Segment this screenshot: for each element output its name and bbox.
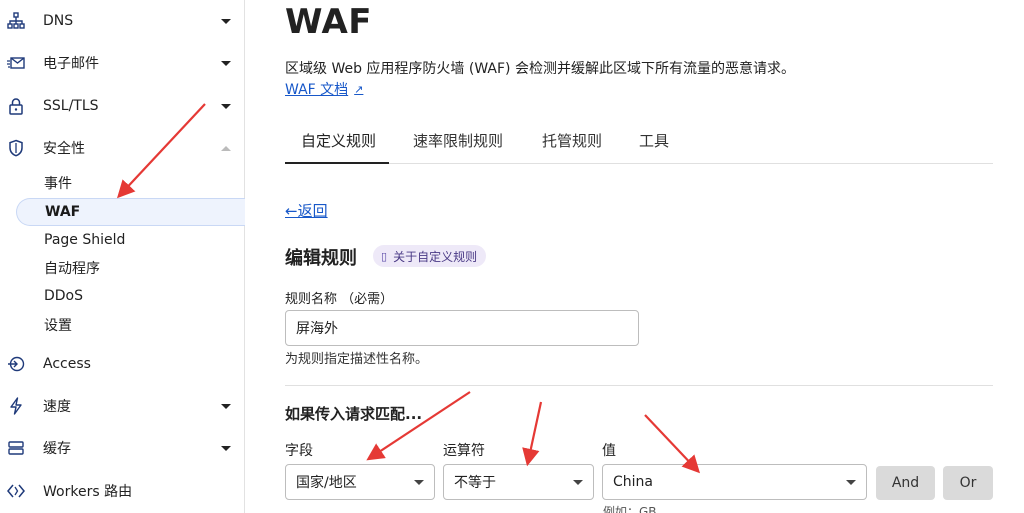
and-button[interactable]: And: [876, 466, 935, 500]
sidebar-item-label: 电子邮件: [43, 56, 99, 72]
sidebar-item-ssl[interactable]: SSL/TLS: [0, 93, 245, 119]
sidebar-item-workers[interactable]: Workers 路由: [0, 478, 245, 504]
caret-down-icon: [414, 480, 424, 485]
active-tab-indicator: [285, 162, 389, 164]
field-select[interactable]: 国家/地区: [285, 464, 435, 500]
sidebar-subitem-events[interactable]: 事件: [16, 169, 245, 197]
lock-icon: [6, 96, 26, 116]
email-icon: [6, 53, 26, 73]
rule-name-help: 为规则指定描述性名称。: [285, 352, 429, 367]
chevron-down-icon: [221, 445, 231, 451]
book-icon: ▯: [381, 249, 388, 263]
chevron-down-icon: [221, 18, 231, 24]
tab-custom-rules[interactable]: 自定义规则: [301, 130, 376, 151]
rule-tabs: 自定义规则 速率限制规则 托管规则 工具: [285, 118, 993, 164]
caret-down-icon: [573, 480, 583, 485]
external-link-icon: ↗: [354, 82, 364, 96]
sidebar-item-dns[interactable]: DNS: [0, 8, 245, 34]
shield-icon: [6, 138, 26, 158]
sidebar-item-label: 速度: [43, 399, 71, 415]
page-description: 区域级 Web 应用程序防火墙 (WAF) 会检测并缓解此区域下所有流量的恶意请…: [285, 61, 795, 77]
chevron-down-icon: [221, 60, 231, 66]
main-content: WAF 区域级 Web 应用程序防火墙 (WAF) 会检测并缓解此区域下所有流量…: [245, 0, 1024, 513]
sidebar-item-label: SSL/TLS: [43, 98, 99, 114]
access-icon: [6, 354, 26, 374]
sidebar-subitem-ddos[interactable]: DDoS: [16, 282, 245, 310]
cache-icon: [6, 438, 26, 458]
value-select[interactable]: China: [602, 464, 867, 500]
operator-column-label: 运算符: [443, 443, 485, 459]
chevron-down-icon: [221, 103, 231, 109]
divider: [285, 385, 993, 386]
or-button[interactable]: Or: [943, 466, 993, 500]
badge-label: 关于自定义规则: [393, 249, 478, 264]
rule-name-input[interactable]: [285, 310, 639, 346]
bolt-icon: [6, 396, 26, 416]
operator-select-value: 不等于: [454, 475, 496, 491]
sidebar-item-access[interactable]: Access: [0, 351, 245, 377]
sidebar-item-security[interactable]: 安全性: [0, 135, 245, 161]
sidebar-item-label: Access: [43, 356, 91, 372]
chevron-down-icon: [221, 403, 231, 409]
sidebar-subitem-label: 事件: [44, 176, 72, 192]
section-title: 编辑规则: [285, 248, 357, 269]
operator-select[interactable]: 不等于: [443, 464, 594, 500]
field-column-label: 字段: [285, 443, 313, 459]
value-select-value: China: [613, 474, 653, 490]
sidebar-subitem-bots[interactable]: 自动程序: [16, 254, 245, 282]
field-select-value: 国家/地区: [296, 475, 357, 491]
waf-docs-link[interactable]: WAF 文档 ↗: [285, 79, 363, 99]
network-icon: [6, 11, 26, 31]
sidebar-item-speed[interactable]: 速度: [0, 393, 245, 419]
page-title: WAF: [285, 2, 373, 42]
sidebar-subitem-settings[interactable]: 设置: [16, 311, 245, 339]
tab-managed-rules[interactable]: 托管规则: [542, 130, 602, 151]
sidebar-subitem-label: DDoS: [44, 288, 84, 304]
value-column-label: 值: [602, 443, 616, 459]
caret-down-icon: [846, 480, 856, 485]
chevron-up-icon: [221, 145, 231, 151]
back-link[interactable]: ←返回: [285, 200, 328, 221]
sidebar-subitem-label: WAF: [45, 204, 81, 220]
tab-rate-limit[interactable]: 速率限制规则: [413, 130, 503, 151]
sidebar-item-email[interactable]: 电子邮件: [0, 50, 245, 76]
sidebar-subitem-label: 自动程序: [44, 261, 100, 277]
sidebar-subitem-label: Page Shield: [44, 232, 126, 248]
sidebar-subitem-label: 设置: [44, 318, 72, 334]
workers-icon: [6, 481, 26, 501]
sidebar-item-cache[interactable]: 缓存: [0, 435, 245, 461]
sidebar-item-label: DNS: [43, 13, 74, 29]
sidebar-item-label: 安全性: [43, 141, 85, 157]
sidebar-item-label: 缓存: [43, 441, 71, 457]
sidebar-subitem-page-shield[interactable]: Page Shield: [16, 226, 245, 254]
sidebar-subitem-waf[interactable]: WAF: [16, 198, 245, 226]
sidebar: DNS 电子邮件 SSL/TLS 安全性 事件 WAF Page Shield …: [0, 0, 245, 513]
match-title: 如果传入请求匹配...: [285, 405, 423, 423]
doc-link-label: WAF 文档: [285, 82, 349, 98]
rule-name-label: 规则名称 （必需）: [285, 292, 394, 307]
value-hint: 例如：GB: [603, 505, 657, 513]
about-custom-rules-badge[interactable]: ▯ 关于自定义规则: [373, 245, 487, 267]
sidebar-item-label: Workers 路由: [43, 484, 133, 500]
tab-tools[interactable]: 工具: [639, 130, 669, 151]
